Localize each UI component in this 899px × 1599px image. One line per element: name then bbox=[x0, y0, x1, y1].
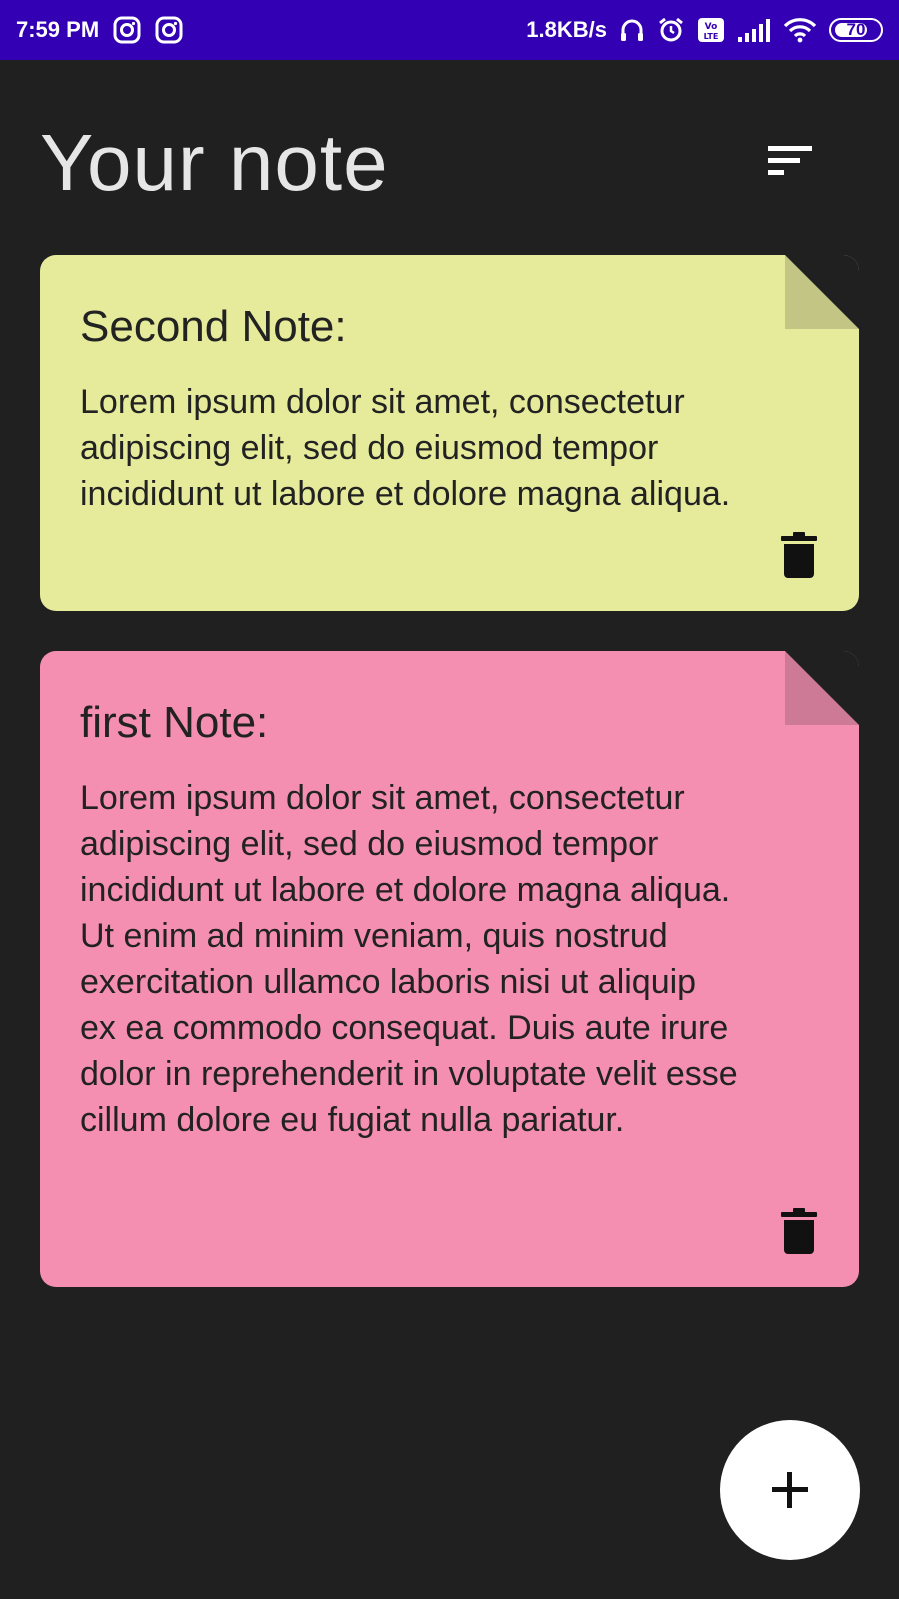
page-title: Your note bbox=[40, 118, 389, 207]
sort-icon bbox=[768, 146, 812, 175]
svg-text:LTE: LTE bbox=[704, 32, 719, 41]
network-speed: 1.8KB/s bbox=[526, 17, 607, 42]
trash-icon bbox=[781, 532, 817, 578]
svg-text:Vo: Vo bbox=[705, 22, 718, 32]
note-card[interactable]: Second Note: Lorem ipsum dolor sit amet,… bbox=[40, 255, 859, 611]
note-title: Second Note: bbox=[80, 302, 347, 351]
note-fold-corner bbox=[785, 255, 859, 329]
plus-icon bbox=[772, 1472, 808, 1508]
add-note-button[interactable] bbox=[720, 1420, 860, 1560]
instagram-icon bbox=[155, 16, 183, 44]
headset-icon bbox=[619, 17, 645, 43]
delete-note-button[interactable] bbox=[775, 527, 823, 583]
trash-icon bbox=[781, 1208, 817, 1254]
sort-button[interactable] bbox=[758, 128, 822, 192]
status-right: 1.8KB/s Vo LTE 70 bbox=[526, 16, 883, 44]
delete-note-button[interactable] bbox=[775, 1203, 823, 1259]
volte-icon: Vo LTE bbox=[697, 16, 725, 44]
alarm-icon bbox=[657, 16, 685, 44]
note-body: Lorem ipsum dolor sit amet, consectetur … bbox=[80, 383, 731, 513]
note-body: Lorem ipsum dolor sit amet, consectetur … bbox=[80, 779, 738, 1139]
status-time: 7:59 PM bbox=[16, 17, 100, 42]
status-bar: 7:59 PM 1.8KB/s Vo LTE 70 bbox=[0, 0, 899, 60]
status-left: 7:59 PM bbox=[16, 16, 183, 44]
instagram-icon bbox=[113, 16, 141, 44]
wifi-icon bbox=[783, 17, 817, 43]
battery-icon: 70 bbox=[829, 18, 883, 42]
battery-level: 70 bbox=[846, 20, 866, 39]
note-card[interactable]: first Note: Lorem ipsum dolor sit amet, … bbox=[40, 651, 859, 1287]
signal-icon bbox=[737, 17, 771, 43]
note-fold-corner bbox=[785, 651, 859, 725]
note-title: first Note: bbox=[80, 698, 269, 747]
